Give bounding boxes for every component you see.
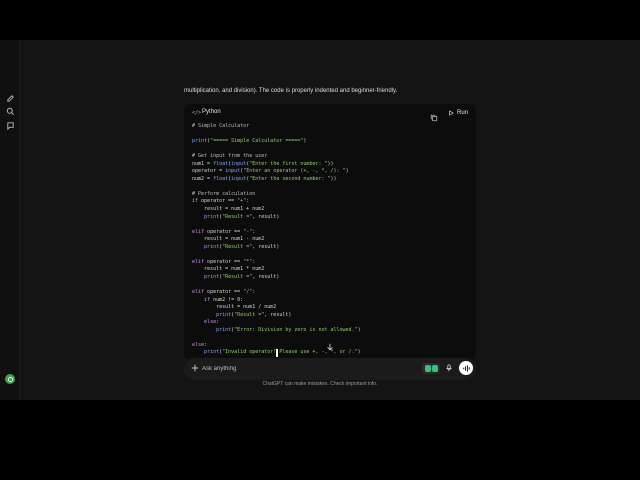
code-line: print("Result =", result) — [216, 311, 292, 318]
add-attachment-button[interactable] — [190, 363, 200, 373]
library-icon[interactable] — [5, 120, 15, 130]
code-line: elif operator == "*": — [192, 258, 256, 265]
code-line: else: — [204, 319, 220, 326]
code-line: operator = input("Enter an operator (+, … — [192, 168, 349, 175]
tool-icon — [431, 365, 438, 372]
microphone-icon — [446, 364, 452, 372]
disclaimer-text: ChatGPT can make mistakes. Check importa… — [262, 381, 378, 387]
code-line: print("Result =", result) — [204, 273, 280, 280]
tool-icon — [424, 365, 431, 372]
chat-app: multiplication, and division). The code … — [0, 40, 640, 400]
code-line: print("Error: Division by zero is not al… — [216, 326, 361, 333]
code-line: num1 = float(input("Enter the first numb… — [192, 160, 334, 167]
ask-input[interactable] — [202, 363, 402, 375]
code-line: else: — [192, 341, 208, 348]
code-line: elif operator == "-": — [192, 228, 256, 235]
new-chat-icon[interactable] — [5, 93, 15, 103]
plus-icon — [191, 364, 199, 372]
copy-icon[interactable] — [430, 109, 438, 122]
code-line: print("Result =", result) — [204, 213, 280, 220]
code-line: num2 = float(input("Enter the second num… — [192, 175, 337, 182]
waveform-icon — [462, 364, 470, 372]
run-button[interactable]: Run — [448, 108, 468, 118]
code-line: # Get input from the user — [192, 153, 268, 160]
scroll-down-icon[interactable] — [326, 338, 334, 351]
code-block: </> Python Run # Simple Calculator print… — [184, 104, 476, 360]
microphone-button[interactable] — [444, 363, 454, 373]
code-content: # Simple Calculator print("===== Simple … — [192, 123, 361, 357]
message-composer — [184, 358, 476, 380]
code-line: result = num1 / num2 — [216, 304, 277, 311]
code-line: # Simple Calculator — [192, 123, 250, 129]
code-line: # Perform calculation — [192, 190, 256, 197]
code-line: elif operator == "/": — [192, 289, 256, 296]
code-language-label: Python — [202, 109, 221, 115]
code-line: result = num1 + num2 — [204, 206, 265, 213]
code-line: print("Result =", result) — [204, 243, 280, 250]
code-line: result = num1 * num2 — [204, 266, 265, 273]
tools-badge[interactable] — [422, 363, 440, 374]
voice-mode-button[interactable] — [459, 361, 473, 375]
code-line: if num2 != 0: — [204, 296, 244, 303]
code-line: if operator == "+": — [192, 198, 250, 205]
code-line: print("===== Simple Calculator =====") — [192, 138, 307, 145]
search-icon[interactable] — [5, 106, 15, 116]
run-label: Run — [457, 110, 469, 116]
play-icon — [449, 110, 454, 116]
code-block-header: </> Python Run — [184, 104, 476, 122]
assistant-message-text: multiplication, and division). The code … — [184, 88, 398, 94]
code-brackets-icon: </> — [192, 110, 202, 116]
code-line: result = num1 - num2 — [204, 236, 265, 243]
sidebar-rail — [0, 40, 20, 400]
text-cursor — [276, 349, 278, 357]
